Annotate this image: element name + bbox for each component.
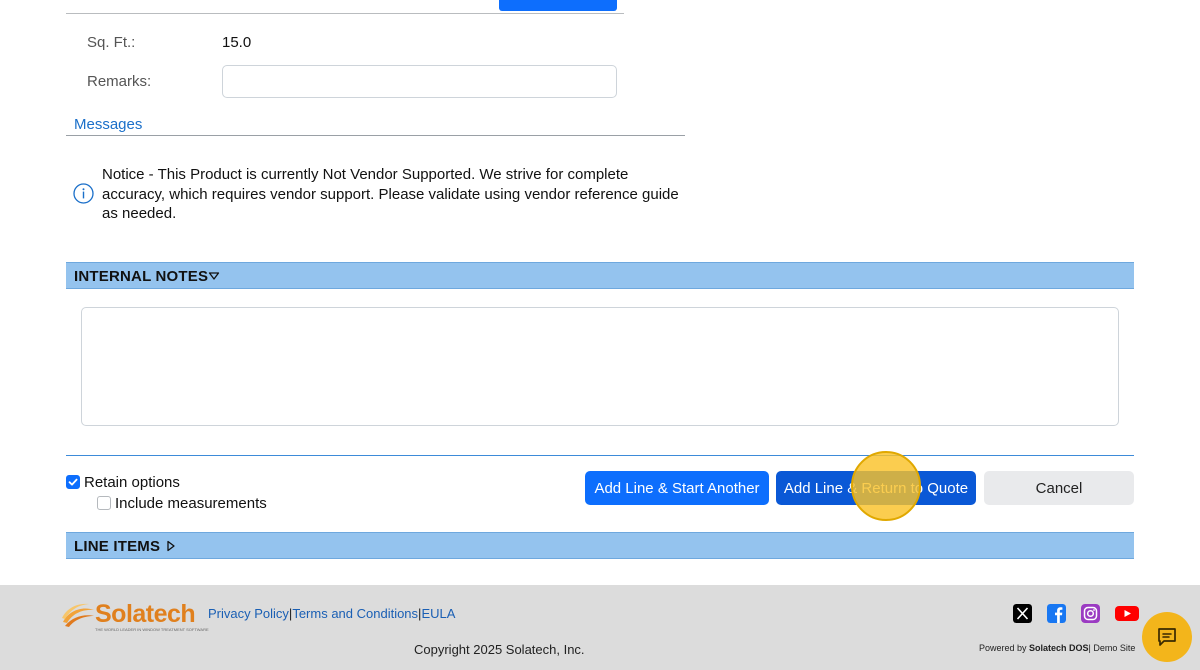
top-action-button[interactable] (499, 0, 617, 11)
notice-message: Notice - This Product is currently Not V… (102, 166, 679, 222)
messages-divider (66, 135, 685, 136)
terms-link[interactable]: Terms and Conditions (292, 606, 418, 621)
include-measurements-checkbox[interactable] (97, 496, 111, 510)
youtube-icon[interactable] (1115, 604, 1139, 623)
solatech-logo[interactable]: Solatech THE WORLD LEADER IN WINDOW TREA… (61, 598, 209, 632)
x-icon[interactable] (1013, 604, 1032, 623)
chevron-down-icon[interactable] (208, 270, 220, 282)
brand-name: Solatech (95, 600, 196, 628)
instagram-icon[interactable] (1081, 604, 1100, 623)
page: Sq. Ft.: 15.0 Remarks: Messages Notice -… (0, 0, 1200, 670)
powered-prefix: Powered by (979, 643, 1030, 653)
sqft-label: Sq. Ft.: (87, 34, 136, 51)
chevron-right-icon[interactable] (165, 540, 177, 552)
cancel-button[interactable]: Cancel (984, 471, 1134, 505)
facebook-icon[interactable] (1047, 604, 1066, 623)
sun-logo-icon (62, 603, 94, 627)
add-line-start-another-button[interactable]: Add Line & Start Another (585, 471, 769, 505)
info-icon (73, 183, 94, 204)
retain-options-label[interactable]: Retain options (84, 474, 180, 491)
sqft-value: 15.0 (222, 34, 252, 51)
add-line-return-to-quote-button[interactable]: Add Line & Return to Quote (776, 471, 976, 505)
top-divider (66, 13, 624, 14)
footer: Solatech THE WORLD LEADER IN WINDOW TREA… (0, 585, 1200, 670)
copyright-text: Copyright 2025 Solatech, Inc. (414, 642, 585, 657)
eula-link[interactable]: EULA (421, 606, 455, 621)
include-measurements-label[interactable]: Include measurements (115, 495, 267, 512)
messages-title: Messages (74, 116, 143, 133)
powered-brand: Solatech DOS (1029, 643, 1089, 653)
chat-icon (1158, 628, 1176, 646)
remarks-input[interactable] (222, 65, 617, 98)
chat-button[interactable] (1142, 612, 1192, 662)
powered-by: Powered by Solatech DOS| Demo Site (979, 643, 1135, 653)
section-divider (66, 455, 1134, 456)
internal-notes-textarea[interactable] (81, 307, 1119, 426)
footer-links: Privacy Policy|Terms and Conditions|EULA (208, 606, 456, 621)
line-items-header[interactable]: LINE ITEMS (66, 532, 1134, 559)
internal-notes-title: INTERNAL NOTES (74, 268, 209, 285)
internal-notes-header[interactable]: INTERNAL NOTES (66, 262, 1134, 289)
powered-suffix: | Demo Site (1088, 643, 1136, 653)
retain-options-checkbox[interactable] (66, 475, 80, 489)
check-icon (68, 478, 78, 486)
line-items-title: LINE ITEMS (74, 538, 161, 555)
privacy-policy-link[interactable]: Privacy Policy (208, 606, 289, 621)
brand-tagline: THE WORLD LEADER IN WINDOW TREATMENT SOF… (95, 627, 209, 632)
remarks-label: Remarks: (87, 73, 152, 90)
